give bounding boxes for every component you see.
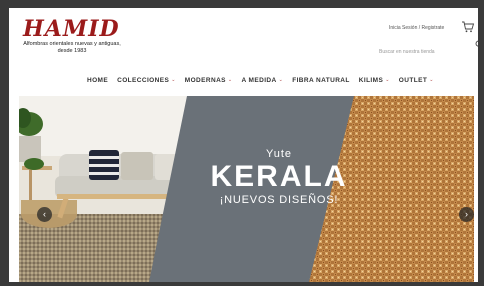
search-input[interactable] — [379, 47, 459, 57]
nav-item-label: FIBRA NATURAL — [292, 76, 350, 84]
nav-item-colecciones[interactable]: COLECCIONES ⌄ — [117, 77, 176, 84]
login-register-link[interactable]: Inicia Sesión / Registrate — [389, 25, 444, 31]
chevron-down-icon: ⌄ — [429, 77, 434, 83]
nav-item-label: A MEDIDA — [241, 76, 277, 84]
hero-text: Yute KERALA ¡NUEVOS DISEÑOS! — [209, 148, 349, 206]
nav-item-fibra-natural[interactable]: FIBRA NATURAL — [292, 77, 350, 84]
cart-icon[interactable] — [461, 21, 475, 33]
hero-kicker: Yute — [265, 148, 293, 160]
hero-title: KERALA — [210, 160, 348, 193]
nav-item-outlet[interactable]: OUTLET ⌄ — [399, 77, 434, 84]
hero-subtitle: ¡NUEVOS DISEÑOS! — [219, 194, 339, 206]
arrow-right-icon[interactable]: › — [459, 207, 474, 222]
nav-item-modernas[interactable]: MODERNAS ⌄ — [185, 77, 233, 84]
site-logo[interactable]: HAMID Alfombras orientales nuevas y anti… — [23, 18, 133, 68]
logo-tagline-line1: Alfombras orientales nuevas y antiguas, — [23, 41, 121, 47]
chevron-down-icon: ⌄ — [385, 77, 390, 83]
window-border-top — [0, 0, 484, 8]
window-border-right — [478, 0, 484, 286]
logo-tagline-line2: desde 1983 — [57, 48, 87, 54]
chevron-down-icon: ⌄ — [278, 77, 284, 83]
nav-item-a-medida[interactable]: A MEDIDA ⌄ — [242, 77, 284, 84]
nav-item-label: HOME — [87, 76, 109, 84]
nav-item-home[interactable]: HOME — [87, 77, 108, 84]
nav-item-label: COLECCIONES — [117, 76, 170, 84]
hero-banner[interactable]: Yute KERALA ¡NUEVOS DISEÑOS! ‹ › — [19, 96, 474, 282]
logo-wordmark: HAMID — [23, 16, 120, 42]
window-border-left — [0, 0, 9, 286]
nav-item-label: MODERNAS — [184, 76, 226, 84]
web-page: HAMID Alfombras orientales nuevas y anti… — [9, 8, 478, 282]
search-box — [379, 40, 469, 57]
nav-item-label: OUTLET — [398, 76, 428, 84]
window-border-bottom — [0, 282, 484, 286]
search-icon[interactable] — [475, 40, 478, 49]
main-navigation: HOME COLECCIONES ⌄ MODERNAS ⌄ A MEDIDA ⌄… — [87, 73, 434, 87]
chevron-down-icon: ⌄ — [227, 77, 233, 83]
arrow-left-icon[interactable]: ‹ — [37, 207, 52, 222]
logo-tagline: Alfombras orientales nuevas y antiguas, … — [23, 41, 121, 55]
nav-item-label: KILIMS — [358, 76, 384, 84]
browser-window: HAMID Alfombras orientales nuevas y anti… — [0, 0, 484, 286]
chevron-down-icon: ⌄ — [171, 77, 176, 83]
nav-item-kilims[interactable]: KILIMS ⌄ — [359, 77, 390, 84]
